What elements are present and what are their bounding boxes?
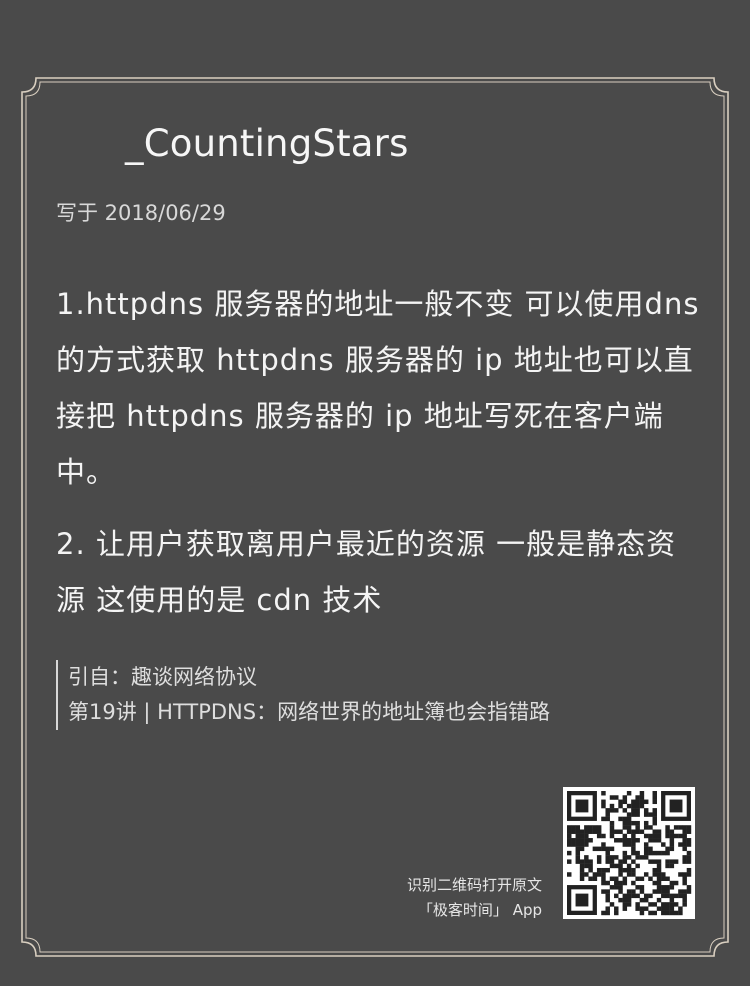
note-card: _CountingStars 写于 2018/06/29 1.httpdns 服… — [0, 0, 750, 986]
excerpt-paragraph-2: 2. 让用户获取离用户最近的资源 一般是静态资源 这使用的是 cdn 技术 — [56, 527, 677, 617]
date-line: 写于 2018/06/29 — [56, 201, 226, 225]
author-name: _CountingStars — [125, 122, 409, 165]
excerpt-paragraph-1: 1.httpdns 服务器的地址一般不变 可以使用dns 的方式获取 httpd… — [56, 287, 700, 489]
qr-caption-line-1: 识别二维码打开原文 — [406, 876, 542, 894]
citation-block: 引自：趣谈网络协议 第19讲 | HTTPDNS：网络世界的地址簿也会指错路 — [56, 660, 550, 730]
qr-caption: 识别二维码打开原文 「极客时间」 App — [322, 873, 542, 923]
citation-chapter: 第19讲 | HTTPDNS：网络世界的地址簿也会指错路 — [68, 700, 551, 724]
qr-code-graphic — [567, 791, 692, 916]
citation-source: 引自：趣谈网络协议 — [68, 665, 257, 689]
qr-caption-line-2: 「极客时间」 App — [417, 901, 542, 919]
qr-code-icon[interactable] — [563, 787, 695, 919]
